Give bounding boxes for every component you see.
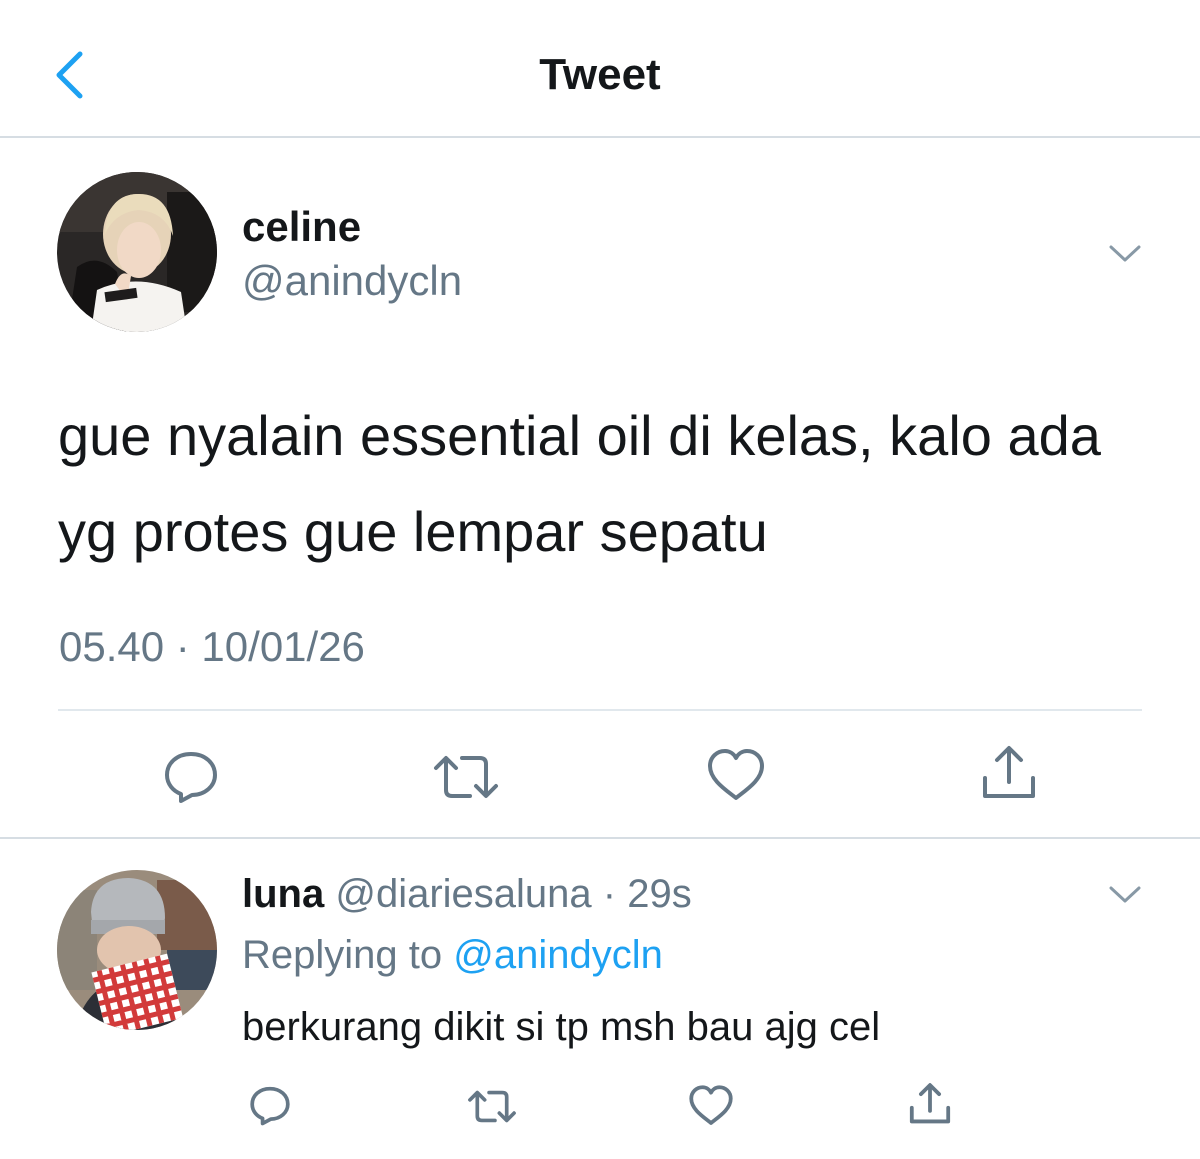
author-name[interactable]: celine (242, 203, 361, 251)
chevron-down-icon (1109, 245, 1141, 262)
retweet-icon (468, 1090, 516, 1123)
author-avatar[interactable] (57, 172, 217, 332)
retweet-button[interactable] (432, 752, 500, 802)
chevron-down-icon (1109, 886, 1141, 903)
tweet-timestamp[interactable]: 05.40 · 10/01/26 (59, 623, 365, 671)
reply-author-handle[interactable]: @diariesaluna (335, 872, 591, 916)
reply-share-button[interactable] (908, 1082, 952, 1126)
avatar-photo (57, 172, 217, 332)
share-button[interactable] (980, 744, 1038, 802)
reply-like-button[interactable] (688, 1085, 734, 1126)
reply-author-avatar[interactable] (57, 870, 217, 1030)
reply-author-name[interactable]: luna (242, 872, 324, 916)
reply-button[interactable] (160, 748, 222, 804)
replying-to: Replying to @anindycln (242, 933, 663, 978)
reply-header: luna @diariesaluna · 29s (242, 872, 692, 917)
page-title: Tweet (539, 50, 661, 99)
reply-icon (250, 1086, 290, 1126)
share-icon (909, 1083, 951, 1124)
tweet-text: gue nyalain essential oil di kelas, kalo… (58, 404, 1101, 563)
reply-time[interactable]: 29s (627, 872, 692, 916)
reply-text: berkurang dikit si tp msh bau ajg cel (242, 1005, 881, 1049)
tweet-menu-button[interactable] (1108, 243, 1142, 265)
like-icon (689, 1085, 733, 1125)
top-bar: Tweet (0, 0, 1200, 138)
share-icon (983, 746, 1035, 798)
divider (0, 837, 1200, 839)
like-icon (708, 749, 764, 800)
replying-to-label: Replying to (242, 933, 454, 977)
like-button[interactable] (706, 748, 766, 802)
divider (58, 709, 1142, 711)
retweet-icon (434, 756, 498, 798)
avatar-photo (57, 870, 217, 1030)
reply-icon (165, 752, 217, 803)
reply-menu-button[interactable] (1108, 884, 1142, 906)
reply-reply-button[interactable] (247, 1084, 293, 1126)
reply-separator: · (591, 872, 628, 916)
author-handle[interactable]: @anindycln (242, 257, 462, 305)
replying-to-handle[interactable]: @anindycln (453, 933, 663, 977)
reply-retweet-button[interactable] (467, 1088, 517, 1125)
